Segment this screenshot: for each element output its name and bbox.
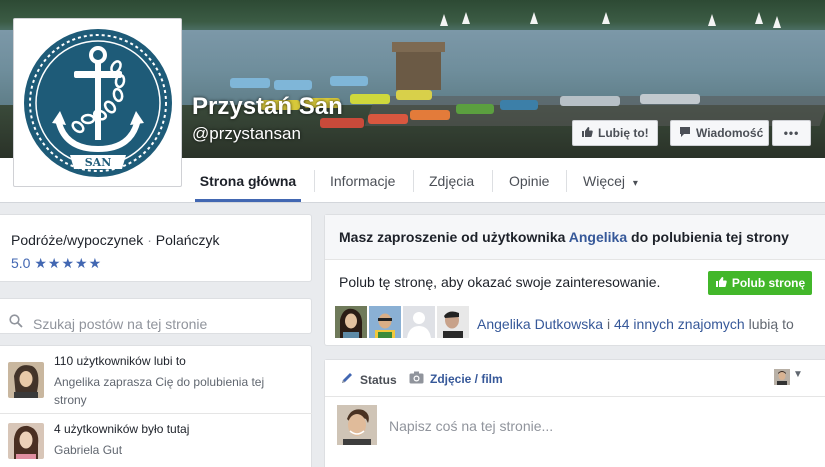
checkins-count[interactable]: 4 użytkowników było tutaj <box>54 422 189 436</box>
friends-like-summary: Angelika Dutkowska i 44 innych znajomych… <box>477 316 794 332</box>
friends-suffix: lubią to <box>748 316 794 332</box>
avatar[interactable] <box>8 423 44 459</box>
tab-more-label: Więcej <box>583 173 626 189</box>
invite-title: Masz zaproszenie od użytkownika Angelika… <box>339 229 789 245</box>
friend-avatar[interactable] <box>437 306 469 338</box>
invite-header: Masz zaproszenie od użytkownika Angelika… <box>325 215 825 260</box>
pedalo <box>330 76 368 86</box>
pedalo <box>560 96 620 106</box>
tab-photos[interactable]: Zdjęcia <box>429 158 474 203</box>
pedalo <box>230 78 270 88</box>
likes-invite-text: Angelika zaprasza Cię do polubienia tej … <box>54 375 265 407</box>
page-title[interactable]: Przystań San <box>192 93 343 121</box>
message-label: Wiadomość <box>696 126 764 140</box>
pedalo <box>456 104 494 114</box>
more-options-button[interactable]: ••• <box>772 120 811 146</box>
tab-reviews[interactable]: Opinie <box>509 158 549 203</box>
search-icon <box>9 314 23 331</box>
page-username[interactable]: @przystansan <box>192 124 301 144</box>
pedalo <box>350 94 390 104</box>
sailboat <box>773 16 781 28</box>
community-card: 110 użytkowników lubi to Angelika zapras… <box>0 345 312 467</box>
pedalo <box>500 100 538 110</box>
thumbs-up-icon <box>715 276 727 291</box>
tab-photo-video[interactable]: Zdjęcie / film <box>409 371 503 387</box>
like-page-green-button[interactable]: Polub stronę <box>708 271 812 295</box>
pedalo <box>396 90 432 100</box>
invite-message: Polub tę stronę, aby okazać swoje zainte… <box>339 274 661 290</box>
friend-avatar[interactable] <box>335 306 367 338</box>
composer-input[interactable]: Napisz coś na tej stronie... <box>389 418 553 434</box>
pedalo <box>640 94 700 104</box>
post-search-box[interactable]: Szukaj postów na tej stronie <box>0 298 312 334</box>
sailboat <box>602 12 610 24</box>
checkin-user[interactable]: Gabriela Gut <box>54 441 294 459</box>
like-page-green-label: Polub stronę <box>731 276 806 290</box>
invite-card: Masz zaproszenie od użytkownika Angelika… <box>324 214 825 346</box>
tab-more[interactable]: Więcej ▾ <box>583 158 638 203</box>
friend-name-link[interactable]: Angelika Dutkowska <box>477 316 603 332</box>
inviter-link[interactable]: Angelika <box>569 229 627 245</box>
nav-divider <box>314 170 315 192</box>
profile-picture[interactable]: SAN <box>13 18 182 187</box>
cover-shed <box>392 42 445 90</box>
location-link[interactable]: Polańczyk <box>156 232 220 248</box>
rating-stars-icon: ★★★★★ <box>34 255 103 271</box>
tab-status-label: Status <box>360 372 397 387</box>
sailboat <box>755 12 763 24</box>
like-page-button[interactable]: Lubię to! <box>572 120 658 146</box>
category-location: Podróże/wypoczynek · Polańczyk <box>11 232 220 248</box>
nav-divider <box>492 170 493 192</box>
message-button[interactable]: Wiadomość <box>670 120 769 146</box>
tab-home[interactable]: Strona główna <box>195 158 301 202</box>
friends-and: i <box>606 316 611 332</box>
search-input[interactable]: Szukaj postów na tej stronie <box>33 316 207 332</box>
composer-avatar <box>337 405 377 445</box>
tab-status[interactable]: Status <box>340 371 397 388</box>
invite-title-prefix: Masz zaproszenie od użytkownika <box>339 229 566 245</box>
like-page-label: Lubię to! <box>598 126 649 140</box>
nav-divider <box>566 170 567 192</box>
tab-photo-video-label: Zdjęcie / film <box>430 372 503 386</box>
sailboat <box>440 14 448 26</box>
friend-avatar[interactable] <box>403 306 435 338</box>
pedalo <box>368 114 408 124</box>
separator: · <box>147 232 152 248</box>
chevron-down-icon: ▾ <box>632 178 638 189</box>
pedalo <box>274 80 312 90</box>
list-item[interactable]: 4 użytkowników było tutaj Gabriela Gut <box>0 415 312 467</box>
list-item[interactable]: 110 użytkowników lubi to Angelika zapras… <box>0 346 312 414</box>
thumbs-up-icon <box>581 126 593 141</box>
more-options-icon: ••• <box>783 126 800 140</box>
nav-divider <box>413 170 414 192</box>
friend-avatar[interactable] <box>369 306 401 338</box>
pedalo <box>410 110 450 120</box>
sailboat <box>462 12 470 24</box>
rating[interactable]: 5.0 ★★★★★ <box>11 255 102 272</box>
tab-about[interactable]: Informacje <box>330 158 395 203</box>
pencil-icon <box>340 371 354 388</box>
about-card: Podróże/wypoczynek · Polańczyk 5.0 ★★★★★ <box>0 214 312 282</box>
post-composer: Status Zdjęcie / film ▼ Napisz coś na te… <box>324 359 825 467</box>
category-link[interactable]: Podróże/wypoczynek <box>11 232 143 248</box>
friends-others-link[interactable]: 44 innych znajomych <box>614 316 745 332</box>
sailboat <box>530 12 538 24</box>
sailboat <box>708 14 716 26</box>
message-icon <box>679 126 691 141</box>
invite-title-suffix: do polubienia tej strony <box>631 229 789 245</box>
avatar[interactable] <box>8 362 44 398</box>
profile-logo: SAN <box>18 23 177 182</box>
anchor-logo-icon: SAN <box>23 28 172 177</box>
posting-as-avatar[interactable] <box>774 369 790 385</box>
chevron-down-icon[interactable]: ▼ <box>793 369 803 380</box>
likes-count[interactable]: 110 użytkowników lubi to <box>54 354 186 368</box>
rating-value: 5.0 <box>11 255 31 271</box>
svg-text:SAN: SAN <box>84 156 111 169</box>
camera-icon <box>409 371 424 387</box>
composer-tabs: Status Zdjęcie / film ▼ <box>325 360 825 397</box>
